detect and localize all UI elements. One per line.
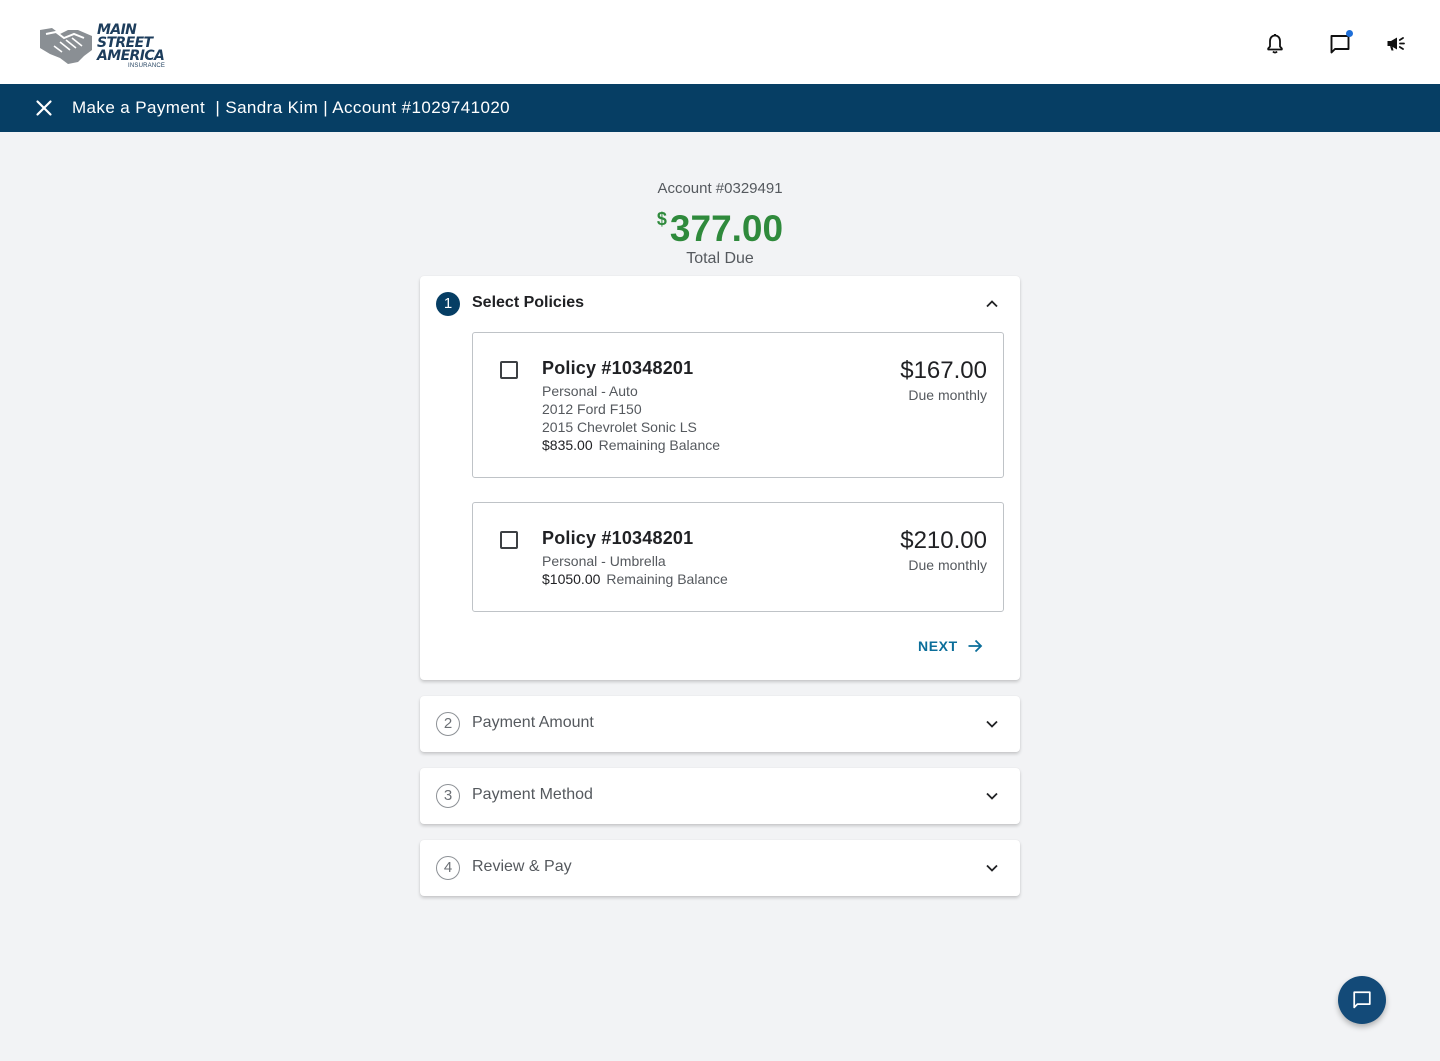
unread-indicator [1346,30,1353,37]
policy-due-frequency: Due monthly [908,387,987,403]
policy-due: $210.00 Due monthly [900,527,987,573]
announcements-button[interactable] [1385,32,1409,56]
policy-checkbox[interactable] [500,531,518,549]
total-due-amount: $377.00 [420,199,1020,249]
account-number: Account #0329491 [657,180,783,197]
step-3-header[interactable]: 3 Payment Method [420,768,1020,824]
step-2-header[interactable]: 2 Payment Amount [420,696,1020,752]
payment-title-bar: Make a Payment | Sandra Kim | Account #1… [0,84,1440,132]
account-summary: Account #0329491 $377.00 Total Due [420,180,1020,268]
main-street-america-logo[interactable]: MAIN STREET AMERICA INSURANCE [38,22,170,72]
step-number-badge: 1 [436,292,460,316]
step-title: Payment Method [472,786,593,803]
policy-info: Policy #10348201 Personal - Umbrella $10… [542,528,728,589]
policy-title: Policy #10348201 [542,528,694,548]
policy-due-frequency: Due monthly [908,557,987,573]
step-title: Review & Pay [472,858,572,875]
handshake-icon [40,28,92,64]
notifications-button[interactable] [1263,32,1287,56]
close-button[interactable] [32,96,56,120]
bell-icon [1267,34,1283,54]
step-title: Select Policies [472,294,585,311]
step-number-badge: 2 [436,712,460,736]
policy-due-amount: $210.00 [900,527,987,554]
next-button-label: NEXT [918,638,958,654]
page-title: Make a Payment | Sandra Kim | Account #1… [72,98,511,117]
policy-vehicle: 2015 Chevrolet Sonic LS [542,419,697,435]
megaphone-icon [1387,37,1405,51]
step-4-header[interactable]: 4 Review & Pay [420,840,1020,896]
policy-type: Personal - Auto [542,383,638,399]
step-number-badge: 3 [436,784,460,808]
remaining-balance-label: Remaining Balance [606,571,728,587]
total-due-label: Total Due [686,250,754,267]
chat-icon [1353,991,1371,1009]
step-payment-method[interactable]: 3 Payment Method [420,768,1020,824]
logo-wordmark: MAIN STREET AMERICA [97,22,165,64]
policy-checkbox[interactable] [500,361,518,379]
chevron-down-icon[interactable] [982,714,1002,734]
messages-button[interactable] [1328,30,1353,56]
chevron-up-icon[interactable] [982,294,1002,314]
total-due-value: 377.00 [669,208,784,249]
policy-vehicle: 2012 Ford F150 [542,401,642,417]
logo-subtitle: INSURANCE [128,63,166,69]
remaining-balance-amount: $835.00 [542,437,593,453]
remaining-balance-label: Remaining Balance [598,437,721,453]
step-title: Payment Amount [472,714,594,731]
remaining-balance: $835.00 Remaining Balance [542,436,720,455]
policy-title: Policy #10348201 [542,358,694,378]
step-payment-amount[interactable]: 2 Payment Amount [420,696,1020,752]
chevron-down-icon[interactable] [982,858,1002,878]
remaining-balance-amount: $1050.00 [542,571,601,587]
step-select-policies: 1 Select Policies Policy #10348201 Perso… [420,276,1020,680]
policy-type: Personal - Umbrella [542,553,666,569]
close-icon [36,100,52,116]
chevron-down-icon[interactable] [982,786,1002,806]
arrow-right-icon [968,639,983,653]
next-button[interactable]: NEXT [918,634,984,658]
chat-fab-button[interactable] [1338,976,1386,1024]
policy-due: $167.00 Due monthly [900,357,987,403]
step-1-header[interactable]: 1 Select Policies [420,276,1020,332]
currency-symbol: $ [656,209,667,229]
policy-due-amount: $167.00 [900,357,987,384]
policy-card[interactable]: Policy #10348201 Personal - Auto 2012 Fo… [472,332,1004,478]
remaining-balance: $1050.00 Remaining Balance [542,570,728,589]
policy-info: Policy #10348201 Personal - Auto 2012 Fo… [542,358,720,455]
step-number-badge: 4 [436,856,460,880]
step-review-pay[interactable]: 4 Review & Pay [420,840,1020,896]
app-header: MAIN STREET AMERICA INSURANCE [0,0,1440,84]
policy-card[interactable]: Policy #10348201 Personal - Umbrella $10… [472,502,1004,612]
